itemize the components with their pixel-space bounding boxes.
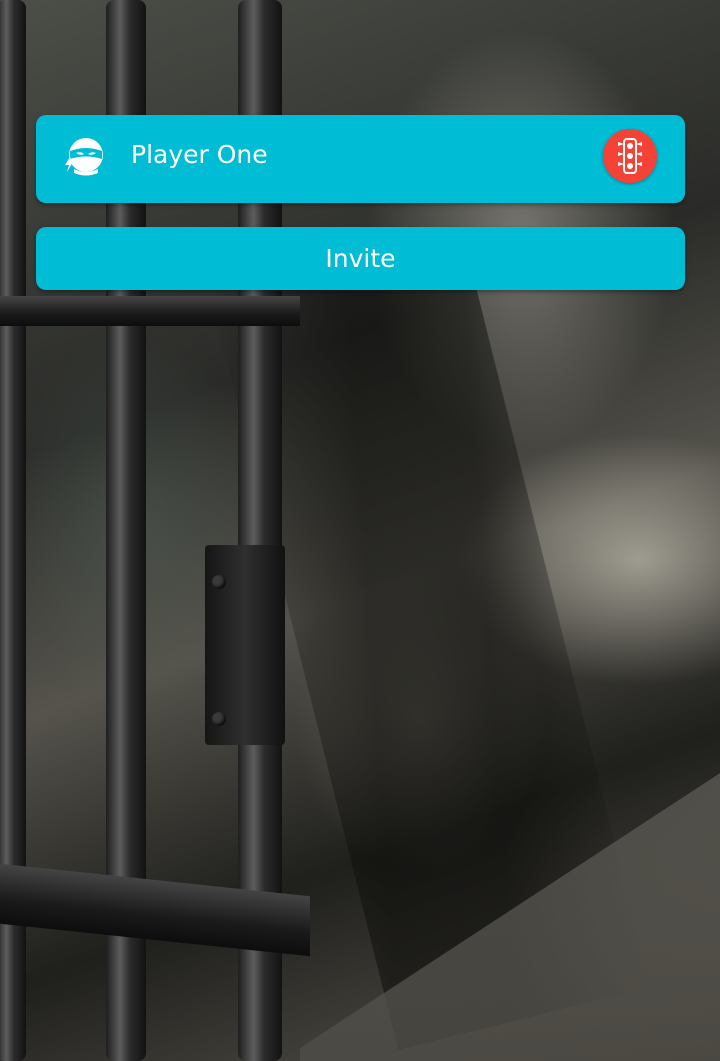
status-button[interactable] — [603, 129, 657, 183]
ninja-icon — [64, 135, 108, 179]
bg-bolt — [212, 575, 226, 589]
traffic-light-icon — [618, 138, 642, 174]
player-name: Player One — [131, 140, 268, 169]
game-lobby-screen: Player One Invite — [0, 0, 720, 1061]
invite-button[interactable]: Invite — [36, 227, 685, 290]
player-card[interactable]: Player One — [36, 115, 685, 203]
bg-bolt — [212, 712, 226, 726]
bg-crossbar — [0, 296, 300, 326]
